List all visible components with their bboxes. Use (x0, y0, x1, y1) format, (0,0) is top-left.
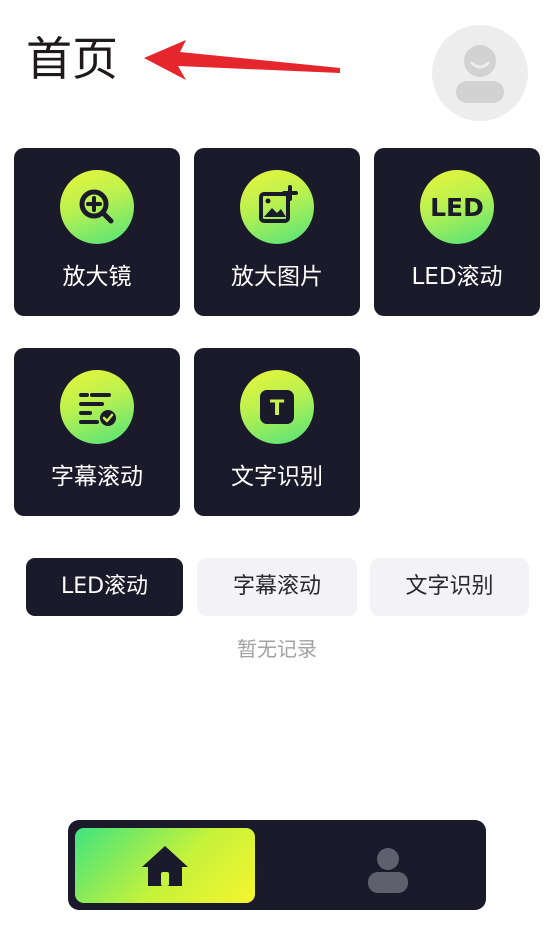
tile-icon-circle: LED (420, 170, 494, 244)
tile-enlarge-image[interactable]: 放大图片 (194, 148, 360, 316)
svg-text:LED: LED (430, 193, 484, 222)
tab-subtitle-scroll[interactable]: 字幕滚动 (197, 558, 357, 616)
tile-led-scroll[interactable]: LED LED滚动 (374, 148, 540, 316)
tile-label: 字幕滚动 (51, 464, 143, 490)
tab-led-scroll[interactable]: LED滚动 (26, 558, 183, 616)
subtitle-list-icon (79, 393, 116, 426)
empty-records-text: 暂无记录 (237, 637, 317, 661)
bottom-nav (68, 820, 486, 910)
led-icon: LED (430, 193, 484, 222)
red-arrow-icon (144, 40, 340, 80)
tile-icon-circle (60, 170, 134, 244)
user-avatar[interactable] (432, 25, 528, 121)
tile-label: 放大图片 (231, 264, 323, 290)
tile-label: 放大镜 (62, 264, 132, 290)
svg-text:T: T (270, 396, 285, 420)
tile-magnifier[interactable]: 放大镜 (14, 148, 180, 316)
tile-text-recognition[interactable]: T 文字识别 (194, 348, 360, 516)
tile-icon-circle: T (240, 370, 314, 444)
home-icon (142, 846, 188, 886)
magnifier-plus-icon (79, 189, 114, 224)
tab-text-recognition[interactable]: 文字识别 (370, 558, 529, 616)
tile-icon-circle (240, 170, 314, 244)
image-add-icon (259, 185, 298, 223)
nav-home-button[interactable] (75, 828, 255, 903)
user-avatar-icon (456, 45, 504, 103)
tile-label: LED滚动 (411, 264, 503, 290)
tile-label: 文字识别 (231, 464, 323, 490)
text-recognition-icon: T (260, 390, 294, 424)
page-title: 首页 (26, 32, 118, 86)
person-icon (368, 848, 408, 893)
tile-subtitle-scroll[interactable]: 字幕滚动 (14, 348, 180, 516)
nav-profile-button[interactable] (298, 828, 478, 903)
tile-icon-circle (60, 370, 134, 444)
